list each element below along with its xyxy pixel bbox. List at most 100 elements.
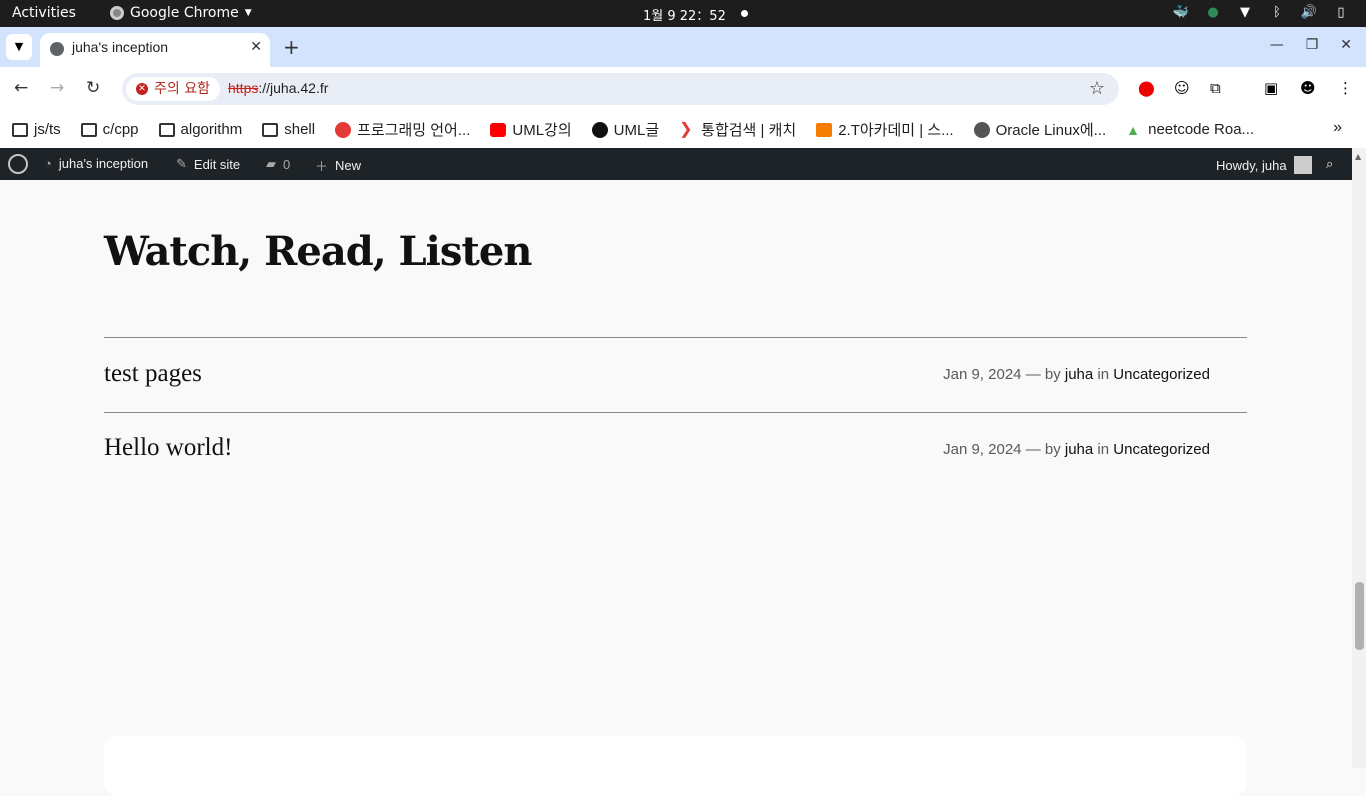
bookmark-label: js/ts: [34, 121, 61, 138]
meta-separator: —: [1025, 366, 1041, 383]
meta-separator: —: [1025, 441, 1041, 458]
bookmark-label: algorithm: [180, 121, 243, 138]
back-icon[interactable]: ←: [14, 78, 28, 98]
globe-icon: [50, 42, 64, 56]
minimize-icon[interactable]: —: [1270, 37, 1284, 53]
bookmark-item[interactable]: ❯ 통합검색 | 캐치: [679, 119, 796, 140]
bookmark-item[interactable]: c/cpp: [80, 121, 139, 138]
brush-icon: ✎: [176, 156, 187, 171]
my-account-link[interactable]: Howdy, juha: [1216, 156, 1312, 174]
scroll-thumb[interactable]: [1355, 582, 1364, 650]
bookmark-label: 2.T아카데미 | 스...: [838, 122, 954, 139]
edit-site-link[interactable]: ✎ Edit site: [176, 156, 240, 172]
site-name-link[interactable]: ◔ juha's inception: [44, 156, 148, 171]
bookmark-star-icon[interactable]: ☆: [1089, 78, 1105, 99]
site-icon: [591, 121, 608, 138]
bookmark-item[interactable]: 프로그래밍 언어...: [335, 119, 470, 140]
bookmark-item[interactable]: Oracle Linux에...: [973, 119, 1107, 140]
warning-icon: ✕: [136, 83, 148, 95]
tab-title: juha's inception: [72, 39, 169, 55]
bookmark-item[interactable]: ▲ neetcode Roa...: [1126, 121, 1254, 138]
activities-button[interactable]: Activities: [12, 5, 76, 21]
search-icon: ⌕: [1326, 156, 1334, 171]
url-host: ://juha.42.fr: [258, 80, 329, 96]
vpn-icon[interactable]: ●: [1204, 4, 1222, 22]
new-content-link[interactable]: ＋ New: [315, 156, 361, 175]
post-title-link[interactable]: Hello world!: [104, 434, 232, 462]
profile-avatar-icon[interactable]: ☻: [1300, 79, 1316, 97]
category-link[interactable]: Uncategorized: [1113, 366, 1210, 383]
edit-site-label: Edit site: [193, 156, 241, 172]
bookmark-label: Oracle Linux에...: [995, 122, 1107, 139]
bookmark-label: neetcode Roa...: [1148, 121, 1255, 138]
scroll-up-icon[interactable]: ▲: [1355, 152, 1361, 161]
bookmark-item[interactable]: 2.T아카데미 | 스...: [816, 119, 954, 140]
wordpress-icon: [8, 154, 28, 174]
close-window-icon[interactable]: ✕: [1340, 37, 1352, 53]
more-bookmarks-icon[interactable]: »: [1333, 119, 1342, 137]
wp-admin-bar: ◔ juha's inception ✎ Edit site ▰ 0 ＋ New…: [0, 148, 1352, 180]
address-bar[interactable]: ✕ 주의 요함 https://juha.42.fr ☆: [122, 73, 1119, 105]
security-chip-label: 주의 요함: [154, 81, 210, 97]
battery-icon[interactable]: ▯: [1332, 4, 1350, 22]
footer-card: [104, 736, 1247, 796]
post-row: test pages Jan 9, 2024 — by juha in Unca…: [104, 337, 1247, 412]
comment-icon: ▰: [266, 156, 276, 171]
tab-active[interactable]: juha's inception ✕: [40, 33, 270, 67]
bookmarks-bar: js/ts c/cpp algorithm shell 프로그래밍 언어... …: [0, 111, 1366, 148]
new-tab-button[interactable]: +: [283, 35, 300, 59]
author-link[interactable]: juha: [1065, 366, 1093, 383]
bookmark-item[interactable]: shell: [262, 121, 315, 138]
dashboard-icon: ◔: [44, 156, 52, 171]
app-menu[interactable]: Google Chrome ▼: [110, 5, 252, 21]
post-title-link[interactable]: test pages: [104, 360, 202, 388]
bookmark-item[interactable]: algorithm: [158, 121, 243, 138]
author-link[interactable]: juha: [1065, 441, 1093, 458]
docker-icon[interactable]: 🐳: [1172, 4, 1190, 22]
close-tab-icon[interactable]: ✕: [250, 39, 262, 55]
url-text[interactable]: https://juha.42.fr: [228, 80, 328, 96]
post-meta: Jan 9, 2024 — by juha in Uncategorized: [943, 441, 1210, 458]
comments-link[interactable]: ▰ 0: [266, 156, 290, 172]
opera-extension-icon[interactable]: ⬤: [1138, 79, 1155, 97]
bookmark-label: UML강의: [512, 122, 572, 139]
page-scrollbar[interactable]: ▲: [1352, 148, 1366, 768]
wifi-icon[interactable]: ▼: [1236, 4, 1254, 22]
post-date[interactable]: Jan 9, 2024: [943, 441, 1021, 458]
by-label: by: [1044, 366, 1061, 383]
comments-count: 0: [283, 156, 291, 172]
tab-search-button[interactable]: ▼: [6, 34, 32, 60]
search-button[interactable]: ⌕: [1326, 156, 1333, 172]
bookmark-item[interactable]: UML글: [591, 119, 659, 140]
post-row: Hello world! Jan 9, 2024 — by juha in Un…: [104, 412, 1247, 487]
bookmark-item[interactable]: UML강의: [490, 119, 572, 140]
bluetooth-icon[interactable]: ᛒ: [1268, 4, 1286, 22]
notification-dot-icon: [741, 10, 748, 17]
plus-icon: ＋: [315, 159, 329, 174]
extensions-puzzle-icon[interactable]: ⧉: [1210, 79, 1221, 97]
bookmark-label: c/cpp: [102, 121, 139, 138]
clock[interactable]: 1월 9 22：52: [643, 5, 726, 24]
by-label: by: [1044, 441, 1061, 458]
bookmark-label: 프로그래밍 언어...: [357, 122, 471, 139]
menu-kebab-icon[interactable]: ⋮: [1338, 79, 1353, 97]
extension-avatar-icon[interactable]: ☺: [1174, 79, 1190, 97]
in-label: in: [1097, 366, 1110, 383]
security-warning-chip[interactable]: ✕ 주의 요함: [126, 77, 220, 101]
restore-icon[interactable]: ❐: [1306, 37, 1319, 53]
wp-logo-button[interactable]: [8, 154, 28, 174]
site-icon: ❯: [679, 120, 693, 138]
site-icon: ▲: [1126, 121, 1140, 138]
system-tray[interactable]: 🐳 ● ▼ ᛒ 🔊 ▯: [1172, 4, 1350, 22]
post-date[interactable]: Jan 9, 2024: [943, 366, 1021, 383]
globe-icon: [973, 121, 990, 138]
category-link[interactable]: Uncategorized: [1113, 441, 1210, 458]
side-panel-icon[interactable]: ▣: [1264, 79, 1278, 97]
bookmark-item[interactable]: js/ts: [12, 121, 61, 138]
reload-icon[interactable]: ↻: [86, 78, 100, 98]
in-label: in: [1097, 441, 1110, 458]
folder-icon: [158, 122, 175, 137]
site-icon: [816, 122, 833, 137]
volume-icon[interactable]: 🔊: [1300, 4, 1318, 22]
forward-icon[interactable]: →: [50, 78, 64, 98]
